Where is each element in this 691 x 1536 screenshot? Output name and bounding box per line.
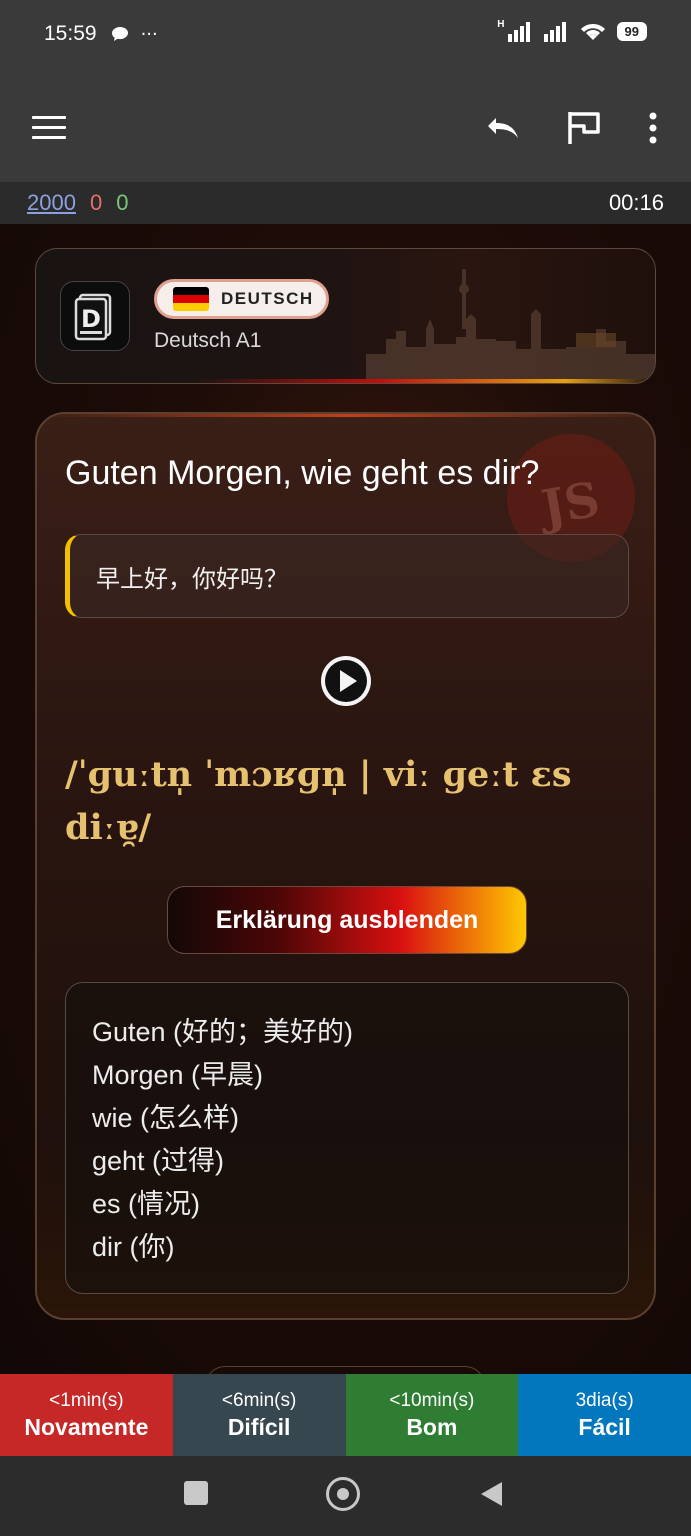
system-nav-bar	[0, 1456, 691, 1536]
chat-bubble-icon	[111, 27, 128, 41]
more-notifications-icon: ···	[140, 23, 158, 45]
ipa-transcription: /ˈɡuːtn̩ ˈmɔʁɡn̩ | viː ɡeːt ɛs diːɐ̯/	[65, 754, 572, 848]
berlin-skyline-image	[366, 269, 655, 379]
flashcard: JS Guten Morgen, wie geht es dir? 早上好，你好…	[35, 412, 656, 1320]
home-circle-icon[interactable]	[326, 1477, 360, 1511]
answer-hard-button[interactable]: <6min(s) Difícil	[172, 1374, 346, 1456]
network-type-label: H	[497, 18, 505, 30]
card-front-text: Guten Morgen, wie geht es dir?	[65, 454, 540, 492]
explanation-line: Morgen (早晨)	[92, 1060, 264, 1090]
answer-label: Fácil	[578, 1413, 631, 1440]
explanation-line: wie (怎么样)	[92, 1103, 239, 1133]
signal-icon	[507, 22, 530, 42]
german-flag-icon	[173, 287, 209, 311]
deck-logo-icon: D	[74, 293, 111, 340]
answer-label: Novamente	[24, 1413, 149, 1440]
play-audio-button[interactable]	[321, 656, 371, 706]
card-timer: 00:16	[608, 190, 664, 215]
undo-icon[interactable]	[482, 112, 520, 144]
recents-square-icon[interactable]	[184, 1481, 208, 1505]
learning-count: 0	[89, 190, 103, 215]
play-icon	[325, 660, 367, 702]
answer-interval: <1min(s)	[49, 1389, 124, 1411]
explanation-line: geht (过得)	[92, 1146, 225, 1176]
explanation-box: Guten (好的；美好的) Morgen (早晨) wie (怎么样) geh…	[65, 982, 629, 1294]
language-badge-label: DEUTSCH	[221, 289, 314, 308]
signal-icon-2	[543, 22, 566, 42]
translation-box: 早上好，你好吗？	[65, 534, 629, 618]
back-triangle-icon[interactable]	[478, 1480, 504, 1508]
review-count: 0	[116, 190, 129, 215]
counts-row: 2000 0 0 00:16	[0, 182, 691, 224]
answer-easy-button[interactable]: 3dia(s) Fácil	[518, 1374, 691, 1456]
explanation-line: Guten (好的；美好的)	[92, 1017, 354, 1047]
answer-interval: <6min(s)	[221, 1389, 297, 1411]
app-bar	[0, 68, 691, 182]
flag-icon[interactable]	[566, 110, 602, 146]
deck-accent-line	[196, 379, 655, 383]
deck-header-card: D DEUTSCH Deutsch A1	[35, 248, 656, 384]
battery-indicator: 99	[616, 21, 647, 41]
answer-interval: 3dia(s)	[575, 1389, 634, 1411]
explanation-line: es (情况)	[92, 1189, 200, 1219]
language-badge: DEUTSCH	[154, 279, 329, 319]
translation-text: 早上好，你好吗？	[96, 564, 288, 593]
answer-buttons: <1min(s) Novamente <6min(s) Difícil <10m…	[0, 1374, 691, 1456]
toggle-explanation-button[interactable]: Erklärung ausblenden	[167, 886, 527, 954]
answer-again-button[interactable]: <1min(s) Novamente	[0, 1374, 173, 1456]
menu-icon[interactable]	[32, 116, 66, 140]
card-content-area: D DEUTSCH Deutsch A1 JS Guten Morgen, wi…	[0, 224, 691, 1374]
explanation-line: dir (你)	[92, 1232, 175, 1262]
deck-logo-letter: D	[81, 305, 101, 333]
answer-label: Difícil	[227, 1413, 291, 1440]
status-time: 15:59	[44, 22, 97, 45]
answer-label: Bom	[406, 1413, 458, 1440]
answer-good-button[interactable]: <10min(s) Bom	[345, 1374, 519, 1456]
status-bar: 15:59 ··· H 99	[0, 0, 691, 68]
answer-interval: <10min(s)	[389, 1389, 475, 1411]
more-vert-icon[interactable]	[648, 112, 658, 144]
new-count[interactable]: 2000	[27, 190, 76, 216]
deck-name: Deutsch A1	[154, 329, 262, 352]
wifi-icon	[580, 24, 605, 40]
hidden-button-edge	[205, 1366, 485, 1374]
deck-logo: D	[60, 281, 130, 351]
